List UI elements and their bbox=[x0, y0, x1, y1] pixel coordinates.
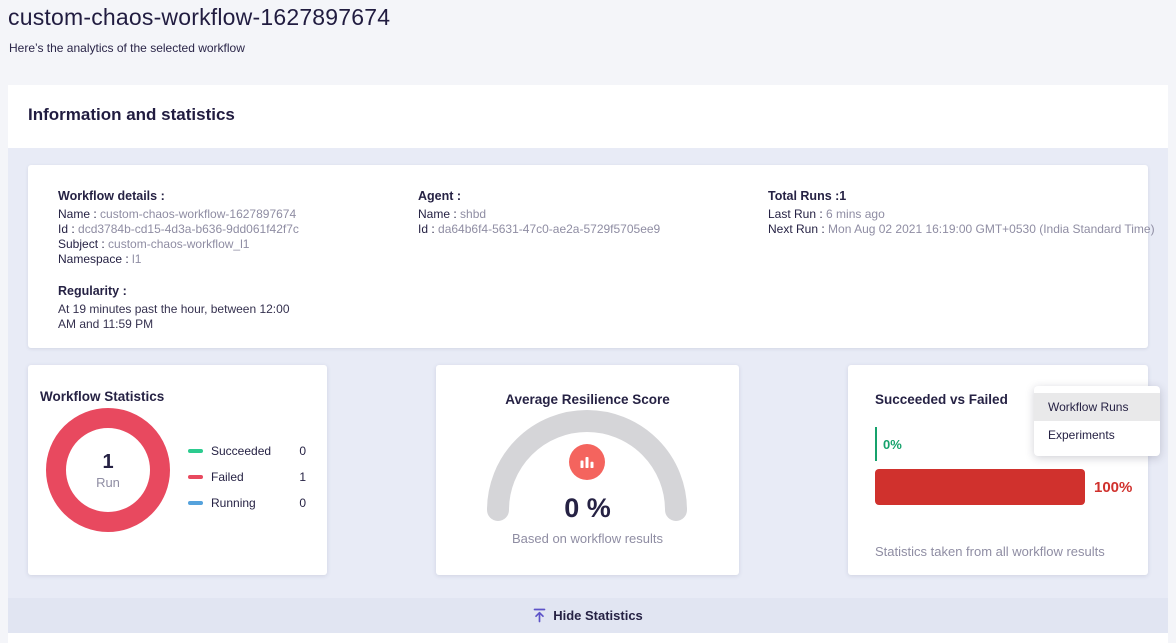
legend-label: Running bbox=[211, 496, 299, 510]
workflow-details-card: Workflow details : Name : custom-chaos-w… bbox=[28, 165, 1148, 348]
information-statistics-section: Information and statistics Workflow deta… bbox=[8, 85, 1168, 643]
workflow-details-heading: Workflow details : bbox=[58, 189, 388, 203]
workflow-details-column: Workflow details : Name : custom-chaos-w… bbox=[58, 189, 388, 332]
legend-item-succeeded: Succeeded 0 bbox=[188, 444, 306, 458]
detail-value: 6 mins ago bbox=[826, 207, 885, 221]
resilience-score-caption: Based on workflow results bbox=[436, 531, 739, 546]
detail-label: Last Run : bbox=[768, 207, 823, 221]
legend-label: Succeeded bbox=[211, 444, 299, 458]
stats-panel: Workflow details : Name : custom-chaos-w… bbox=[8, 148, 1168, 598]
legend-value: 0 bbox=[299, 496, 306, 510]
donut-chart: 1 Run bbox=[46, 408, 170, 532]
detail-row-id: Id : dcd3784b-cd15-4d3a-b636-9dd061f42f7… bbox=[58, 222, 388, 237]
bar-chart-icon bbox=[569, 444, 605, 480]
detail-value: shbd bbox=[460, 207, 486, 221]
detail-value: l1 bbox=[132, 252, 141, 266]
legend-dash-icon bbox=[188, 501, 203, 505]
total-runs-column: Total Runs :1 Last Run : 6 mins ago Next… bbox=[768, 189, 1158, 237]
card-workflow-statistics: Workflow Statistics 1 Run Succeeded 0 Fa… bbox=[28, 365, 327, 575]
agent-heading: Agent : bbox=[418, 189, 748, 203]
resilience-score-value: 0 % bbox=[436, 493, 739, 524]
detail-row-last-run: Last Run : 6 mins ago bbox=[768, 207, 1158, 222]
stats-caption: Statistics taken from all workflow resul… bbox=[875, 544, 1105, 559]
legend-item-running: Running 0 bbox=[188, 496, 306, 510]
legend-item-failed: Failed 1 bbox=[188, 470, 306, 484]
detail-label: Name : bbox=[58, 207, 97, 221]
menu-item-experiments[interactable]: Experiments bbox=[1034, 421, 1160, 449]
stat-cards-row: Workflow Statistics 1 Run Succeeded 0 Fa… bbox=[28, 365, 1148, 575]
succeeded-axis-line bbox=[875, 427, 877, 461]
regularity-heading: Regularity : bbox=[58, 284, 388, 298]
card-title: Succeeded vs Failed bbox=[875, 392, 1008, 407]
detail-label: Next Run : bbox=[768, 222, 825, 236]
legend-dash-icon bbox=[188, 449, 203, 453]
agent-column: Agent : Name : shbd Id : da64b6f4-5631-4… bbox=[418, 189, 748, 237]
card-succeeded-vs-failed: Succeeded vs Failed 0% 100% Statistics t… bbox=[848, 365, 1148, 575]
collapse-up-icon bbox=[533, 608, 546, 623]
failed-bar-row: 100% bbox=[875, 469, 1132, 505]
detail-label: Name : bbox=[418, 207, 457, 221]
detail-label: Subject : bbox=[58, 237, 105, 251]
card-average-resilience-score: Average Resilience Score 0 % Based on wo bbox=[436, 365, 739, 575]
regularity-block: Regularity : At 19 minutes past the hour… bbox=[58, 284, 388, 332]
menu-item-workflow-runs[interactable]: Workflow Runs bbox=[1034, 393, 1160, 421]
regularity-text-line2: AM and 11:59 PM bbox=[58, 317, 388, 332]
donut-legend: Succeeded 0 Failed 1 Running 0 bbox=[188, 444, 306, 522]
card-title: Workflow Statistics bbox=[40, 389, 164, 404]
detail-value: custom-chaos-workflow_l1 bbox=[108, 237, 249, 251]
succeeded-bar: 0% bbox=[875, 427, 902, 461]
detail-value: da64b6f4-5631-47c0-ae2a-5729f5705ee9 bbox=[438, 222, 660, 236]
hide-statistics-label: Hide Statistics bbox=[553, 608, 643, 623]
legend-dash-icon bbox=[188, 475, 203, 479]
hide-statistics-button[interactable]: Hide Statistics bbox=[8, 598, 1168, 633]
detail-row-agent-name: Name : shbd bbox=[418, 207, 748, 222]
legend-value: 1 bbox=[299, 470, 306, 484]
legend-label: Failed bbox=[211, 470, 299, 484]
section-heading: Information and statistics bbox=[28, 105, 235, 125]
page-subtitle: Here’s the analytics of the selected wor… bbox=[9, 41, 245, 55]
detail-row-subject: Subject : custom-chaos-workflow_l1 bbox=[58, 237, 388, 252]
detail-row-next-run: Next Run : Mon Aug 02 2021 16:19:00 GMT+… bbox=[768, 222, 1158, 237]
regularity-text-line1: At 19 minutes past the hour, between 12:… bbox=[58, 302, 388, 317]
page-title: custom-chaos-workflow-1627897674 bbox=[8, 4, 390, 31]
donut-center-label: Run bbox=[96, 475, 120, 490]
card-title: Average Resilience Score bbox=[436, 392, 739, 407]
detail-row-agent-id: Id : da64b6f4-5631-47c0-ae2a-5729f5705ee… bbox=[418, 222, 748, 237]
detail-row-name: Name : custom-chaos-workflow-1627897674 bbox=[58, 207, 388, 222]
detail-label: Namespace : bbox=[58, 252, 129, 266]
detail-row-namespace: Namespace : l1 bbox=[58, 252, 388, 267]
detail-value: custom-chaos-workflow-1627897674 bbox=[100, 207, 296, 221]
detail-label: Id : bbox=[58, 222, 75, 236]
failed-bar bbox=[875, 469, 1085, 505]
total-runs-heading: Total Runs :1 bbox=[768, 189, 1158, 203]
legend-value: 0 bbox=[299, 444, 306, 458]
detail-label: Id : bbox=[418, 222, 435, 236]
donut-center-value: 1 bbox=[102, 451, 113, 474]
failed-percent-label: 100% bbox=[1094, 479, 1132, 496]
detail-value: dcd3784b-cd15-4d3a-b636-9dd061f42f7c bbox=[78, 222, 299, 236]
succeeded-percent-label: 0% bbox=[883, 437, 902, 452]
detail-value: Mon Aug 02 2021 16:19:00 GMT+0530 (India… bbox=[828, 222, 1155, 236]
chart-source-dropdown-menu: Workflow Runs Experiments bbox=[1034, 386, 1160, 456]
